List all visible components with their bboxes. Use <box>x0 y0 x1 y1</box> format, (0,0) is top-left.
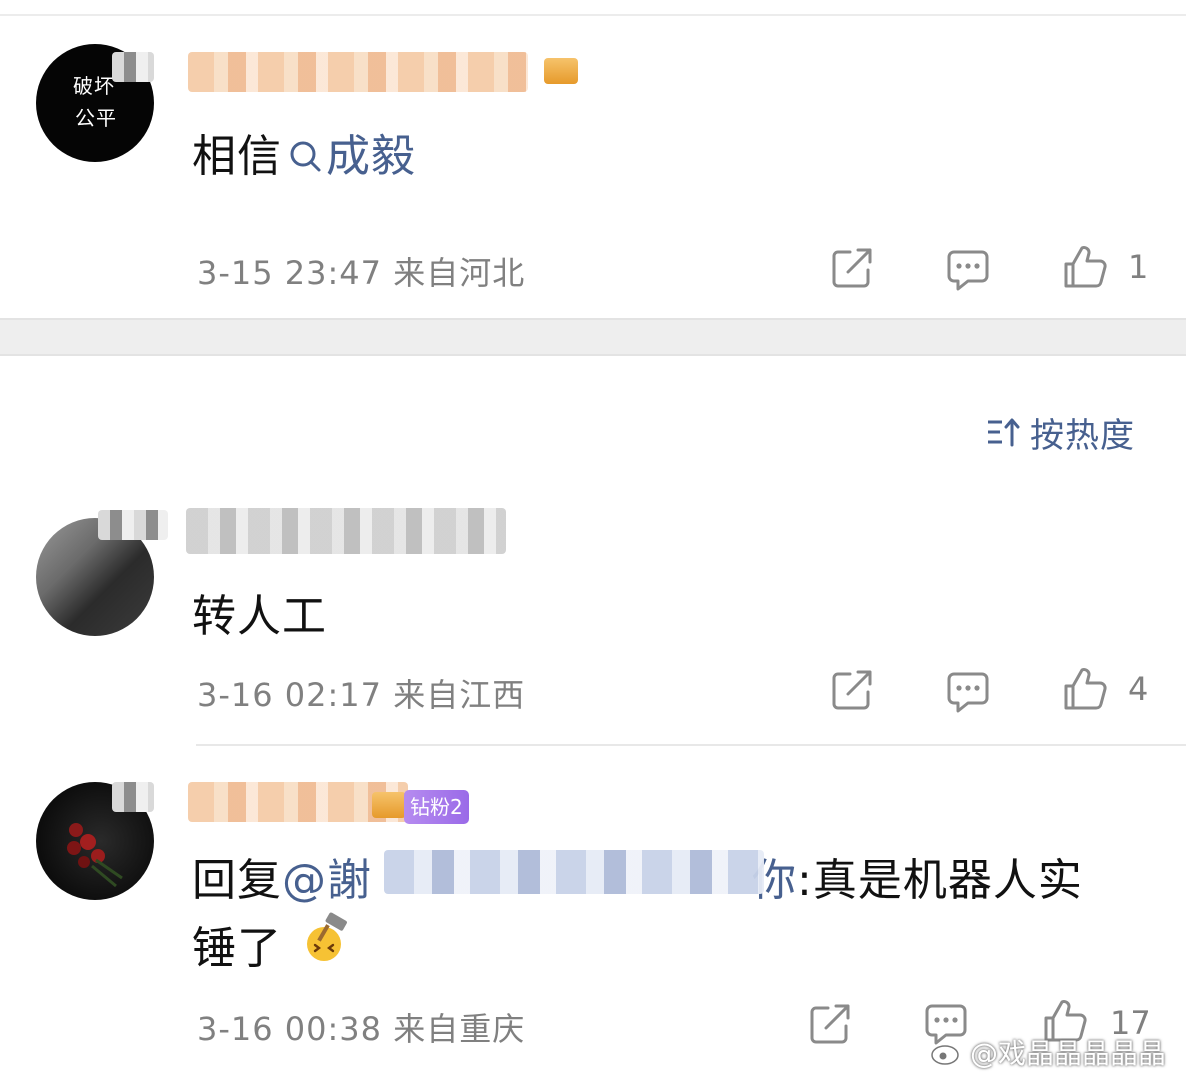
comment-separator <box>196 744 1186 746</box>
like-count: 1 <box>1128 248 1149 286</box>
comment-text: 相信 成毅 <box>192 120 416 184</box>
section-divider <box>0 318 1186 356</box>
comment-text: 转人工 <box>192 591 327 642</box>
reply-prefix: 回复 <box>192 855 282 906</box>
sort-label[interactable]: 按热度 <box>1030 408 1135 457</box>
comment-icon <box>947 250 989 291</box>
comment-button[interactable] <box>946 670 990 714</box>
sort-button[interactable]: 按热度 <box>986 408 1135 457</box>
comment-location: 来自江西 <box>393 676 526 714</box>
username-redacted[interactable] <box>188 52 528 92</box>
redacted-mosaic <box>98 510 168 540</box>
fan-level-badge <box>544 58 578 84</box>
like-count: 4 <box>1128 670 1149 708</box>
mention-redacted[interactable] <box>384 850 764 894</box>
fan-badge: 钻粉2 <box>404 790 469 824</box>
fan-level-badge <box>372 792 406 818</box>
comment-meta: 3-16 02:17 来自江西 <box>197 670 525 716</box>
share-icon <box>832 248 872 288</box>
share-icon <box>832 670 872 710</box>
share-icon <box>810 1004 850 1044</box>
weibo-logo-icon <box>931 1040 963 1065</box>
redacted-mosaic <box>112 52 154 82</box>
comment-location: 来自重庆 <box>393 1010 526 1048</box>
search-link-label[interactable]: 成毅 <box>326 131 416 182</box>
like-button[interactable] <box>1062 666 1108 712</box>
username-redacted[interactable] <box>186 508 506 554</box>
like-button[interactable] <box>1062 244 1108 290</box>
comment-date: 3-16 00:38 <box>197 1010 383 1048</box>
sort-icon <box>988 418 1020 447</box>
comment-text-prefix: 相信 <box>192 131 282 182</box>
comment-location: 来自河北 <box>393 254 526 292</box>
redacted-mosaic <box>112 782 154 812</box>
share-button[interactable] <box>808 1002 852 1046</box>
comment-meta: 3-15 23:47 来自河北 <box>197 248 525 294</box>
comment-button[interactable] <box>946 248 990 292</box>
share-button[interactable] <box>830 246 874 290</box>
reply-text-line2: 锤了 <box>192 923 282 974</box>
comment-item-1: 破坏 公平 相信 成毅 3-15 23:47 来自河北 1 <box>0 0 1186 318</box>
search-icon <box>290 141 321 172</box>
like-icon <box>1064 668 1107 710</box>
hammer-emoji-icon <box>300 912 352 964</box>
avatar-text: 公平 <box>75 106 117 130</box>
watermark-text: @戏晶晶晶晶晶 <box>970 1037 1167 1070</box>
comment-date: 3-16 02:17 <box>197 676 383 714</box>
comment-date: 3-15 23:47 <box>197 254 383 292</box>
weibo-watermark: @戏晶晶晶晶晶 <box>930 1030 1166 1074</box>
like-icon <box>1064 246 1107 288</box>
share-button[interactable] <box>830 668 874 712</box>
avatar-text: 破坏 <box>73 74 115 98</box>
mention-prefix[interactable]: @謝 <box>282 855 372 906</box>
comment-icon <box>947 672 989 713</box>
comment-meta: 3-16 00:38 来自重庆 <box>197 1004 525 1050</box>
reply-text: :真是机器人实 <box>797 855 1083 906</box>
search-link[interactable]: 成毅 <box>282 131 416 182</box>
